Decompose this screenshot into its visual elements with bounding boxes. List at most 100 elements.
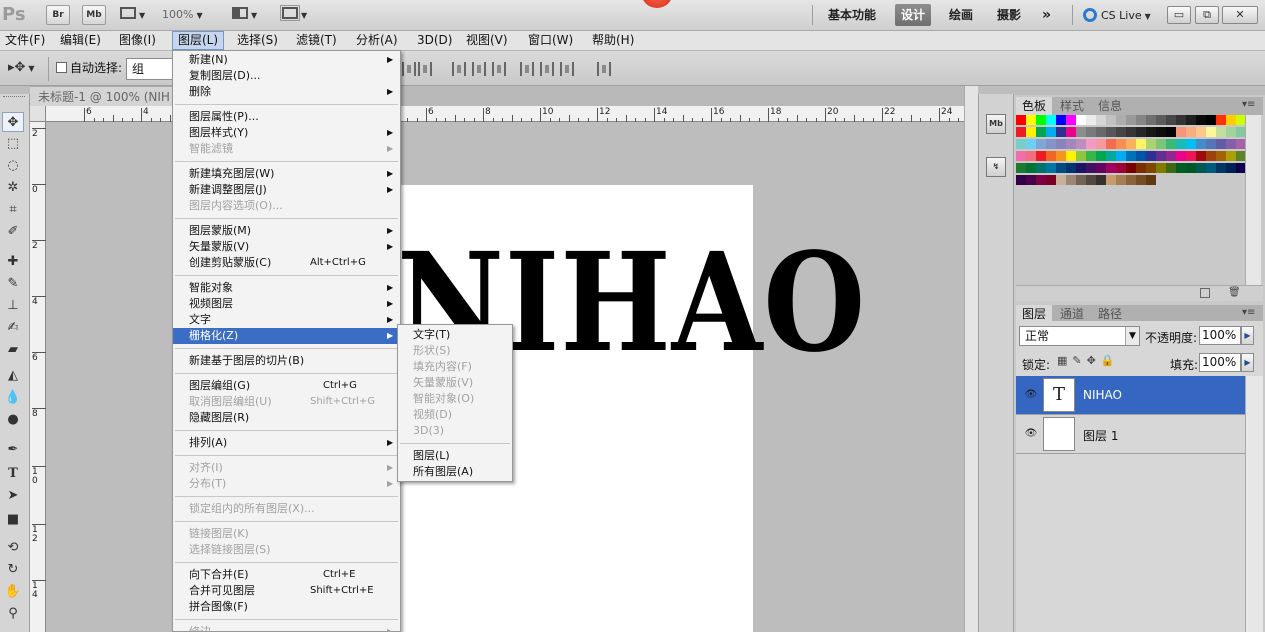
mini-bridge-icon[interactable]: Mb (986, 114, 1006, 134)
swatch[interactable] (1096, 175, 1106, 185)
swatch[interactable] (1206, 151, 1216, 161)
dock-collapse-bar[interactable] (1014, 86, 1265, 95)
swatch[interactable] (1076, 175, 1086, 185)
swatch[interactable] (1036, 115, 1046, 125)
swatch[interactable] (1186, 139, 1196, 149)
auto-select-checkbox[interactable] (56, 62, 67, 73)
swatch[interactable] (1136, 115, 1146, 125)
swatch[interactable] (1086, 151, 1096, 161)
swatch[interactable] (1166, 151, 1176, 161)
swatch[interactable] (1146, 115, 1156, 125)
swatch[interactable] (1126, 127, 1136, 137)
layer-menu-item[interactable]: 合并可见图层 Shift+Ctrl+E (173, 583, 400, 599)
swatch[interactable] (1096, 151, 1106, 161)
canvas-scrollbar[interactable] (964, 86, 978, 632)
swatch[interactable] (1176, 127, 1186, 137)
tab-swatches[interactable]: 色板 (1016, 97, 1053, 115)
swatch[interactable] (1106, 163, 1116, 173)
swatch[interactable] (1036, 175, 1046, 185)
fill-slider-arrow-icon[interactable]: ▶ (1241, 353, 1254, 372)
swatch[interactable] (1136, 175, 1146, 185)
swatch[interactable] (1126, 175, 1136, 185)
swatch[interactable] (1026, 151, 1036, 161)
swatch[interactable] (1126, 151, 1136, 161)
swatch[interactable] (1116, 175, 1126, 185)
swatch[interactable] (1196, 127, 1206, 137)
swatch[interactable] (1026, 115, 1036, 125)
swatch[interactable] (1156, 163, 1166, 173)
lasso-tool-icon[interactable]: ◌ (2, 156, 24, 176)
layer-menu-item[interactable]: 文字 ▶ (173, 312, 400, 328)
crop-tool-icon[interactable]: ⌗ (2, 200, 24, 220)
menu-3d[interactable]: 3D(D) (412, 31, 457, 50)
menu-image[interactable]: 图像(I) (114, 31, 161, 50)
fill-input[interactable]: 100% (1199, 353, 1241, 372)
layer-menu-item[interactable]: 新建填充图层(W) ▶ (173, 166, 400, 182)
swatch[interactable] (1206, 115, 1216, 125)
tab-info[interactable]: 信息 (1092, 97, 1128, 115)
blur-tool-icon[interactable]: 💧 (2, 388, 24, 408)
swatch[interactable] (1066, 175, 1076, 185)
marquee-tool-icon[interactable]: ⬚ (2, 134, 24, 154)
layer-menu-item[interactable]: 新建基于图层的切片(B) (173, 353, 400, 369)
layers-scrollbar[interactable] (1245, 376, 1263, 632)
swatch-scrollbar[interactable] (1245, 115, 1261, 285)
swatch[interactable] (1056, 175, 1066, 185)
swatch[interactable] (1226, 163, 1236, 173)
trash-icon[interactable]: 🗑 (1228, 287, 1241, 298)
restore-button[interactable]: ⧉ (1195, 6, 1219, 24)
layer-menu-item[interactable]: 新建(N) ▶ (173, 52, 400, 68)
swatch[interactable] (1156, 139, 1166, 149)
swatch[interactable] (1206, 163, 1216, 173)
swatch[interactable] (1076, 163, 1086, 173)
ruler-origin[interactable] (30, 106, 46, 122)
layer-menu-item[interactable]: 隐藏图层(R) (173, 410, 400, 426)
lock-transparent-icon[interactable]: ▦ (1057, 354, 1072, 367)
lock-pixels-icon[interactable]: ✎ (1072, 354, 1086, 367)
swatch[interactable] (1016, 115, 1026, 125)
shape-tool-icon[interactable]: ■ (2, 510, 24, 530)
swatch[interactable] (1226, 151, 1236, 161)
swatch[interactable] (1076, 127, 1086, 137)
workspace-design[interactable]: 设计 (895, 4, 932, 26)
menu-file[interactable]: 文件(F) (0, 31, 50, 50)
swatch[interactable] (1186, 163, 1196, 173)
swatch[interactable] (1186, 127, 1196, 137)
more-workspaces-button[interactable]: » (1036, 4, 1057, 26)
swatch[interactable] (1156, 127, 1166, 137)
swatch[interactable] (1046, 139, 1056, 149)
bridge-button[interactable]: Br (46, 5, 70, 25)
layer-menu-item[interactable]: 向下合并(E) Ctrl+E (173, 567, 400, 583)
rasterize-menu-item[interactable]: 文字(T) (398, 327, 512, 343)
dodge-tool-icon[interactable]: ● (2, 410, 24, 430)
zoom-tool-icon[interactable]: ⚲ (2, 604, 24, 624)
swatch[interactable] (1136, 151, 1146, 161)
opacity-slider-arrow-icon[interactable]: ▶ (1241, 326, 1254, 345)
zoom-level-dropdown[interactable]: 100% ▼ (162, 5, 222, 25)
lock-all-icon[interactable]: 🔒 (1101, 354, 1120, 367)
swatch[interactable] (1096, 115, 1106, 125)
healing-brush-tool-icon[interactable]: ✚ (2, 252, 24, 272)
panel-menu-icon[interactable]: ▾≡ (1242, 99, 1255, 110)
vertical-ruler[interactable]: 2 0 2 4 6 8 1 0 1 2 1 4 (30, 122, 46, 632)
layer-menu-item[interactable]: 拼合图像(F) (173, 599, 400, 615)
swatch[interactable] (1116, 127, 1126, 137)
layer-menu-item[interactable]: 图层样式(Y) ▶ (173, 125, 400, 141)
swatch[interactable] (1186, 115, 1196, 125)
layer-menu-item[interactable]: 删除 ▶ (173, 84, 400, 100)
auto-select-target-dropdown[interactable]: 组 (126, 58, 178, 80)
swatch[interactable] (1216, 127, 1226, 137)
swatch[interactable] (1076, 139, 1086, 149)
swatch[interactable] (1096, 127, 1106, 137)
swatch[interactable] (1226, 115, 1236, 125)
swatch[interactable] (1066, 151, 1076, 161)
swatch[interactable] (1136, 127, 1146, 137)
swatch[interactable] (1226, 127, 1236, 137)
blend-mode-dropdown[interactable]: 正常 ▼ (1019, 326, 1140, 346)
arrange-documents-dropdown[interactable]: ▼ (232, 5, 268, 25)
history-brush-tool-icon[interactable]: ✍ (2, 318, 24, 338)
swatch[interactable] (1176, 115, 1186, 125)
swatch[interactable] (1196, 163, 1206, 173)
swatch[interactable] (1196, 151, 1206, 161)
layer-menu-item[interactable]: 栅格化(Z) ▶ (173, 328, 400, 344)
